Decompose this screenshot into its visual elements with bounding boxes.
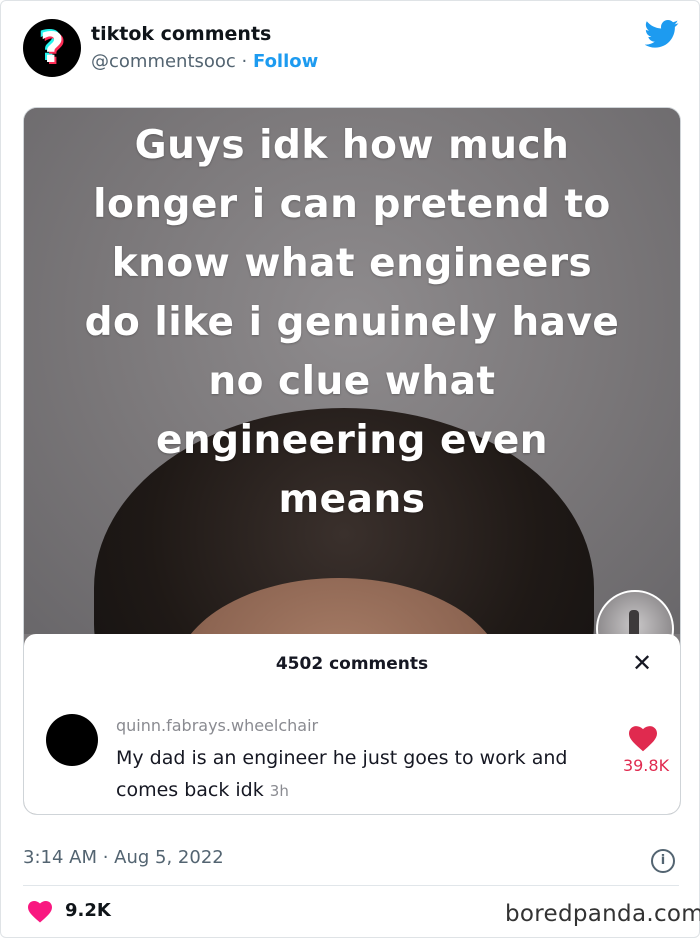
commenter-avatar[interactable]	[46, 714, 98, 766]
comment-body: My dad is an engineer he just goes to wo…	[116, 742, 586, 807]
comments-panel: 4502 comments ✕ quinn.fabrays.wheelchair…	[24, 634, 680, 814]
comment-like-count: 39.8K	[622, 756, 670, 775]
follow-button[interactable]: Follow	[253, 51, 318, 72]
video-frame: Guys idk how much longer i can pretend t…	[24, 108, 680, 778]
display-name[interactable]: tiktok comments	[91, 23, 271, 45]
profile-avatar[interactable]: ???	[23, 19, 81, 77]
question-mark-logo-icon: ???	[37, 21, 67, 74]
separator: ·	[235, 51, 253, 72]
commenter-username[interactable]: quinn.fabrays.wheelchair	[116, 716, 318, 735]
tweet-like-count[interactable]: 9.2K	[65, 900, 111, 921]
handle-line: @commentsooc · Follow	[91, 51, 318, 72]
info-icon[interactable]: i	[651, 849, 675, 873]
divider	[23, 885, 679, 886]
close-icon[interactable]: ✕	[632, 651, 652, 675]
twitter-bird-icon[interactable]	[645, 19, 679, 49]
user-handle[interactable]: @commentsooc	[91, 51, 236, 72]
heart-icon[interactable]	[27, 901, 53, 923]
tweet-timestamp[interactable]: 3:14 AM · Aug 5, 2022	[23, 847, 224, 868]
comment-time: 3h	[269, 782, 289, 800]
tweet-card: ??? tiktok comments @commentsooc · Follo…	[0, 0, 700, 938]
boredpanda-watermark: boredpanda.com	[505, 901, 700, 927]
video-caption: Guys idk how much longer i can pretend t…	[84, 123, 620, 522]
comment-text: My dad is an engineer he just goes to wo…	[116, 747, 568, 801]
tiktok-screenshot[interactable]: Guys idk how much longer i can pretend t…	[23, 107, 681, 815]
comments-count: 4502 comments	[275, 654, 429, 674]
heart-icon[interactable]	[629, 726, 657, 752]
